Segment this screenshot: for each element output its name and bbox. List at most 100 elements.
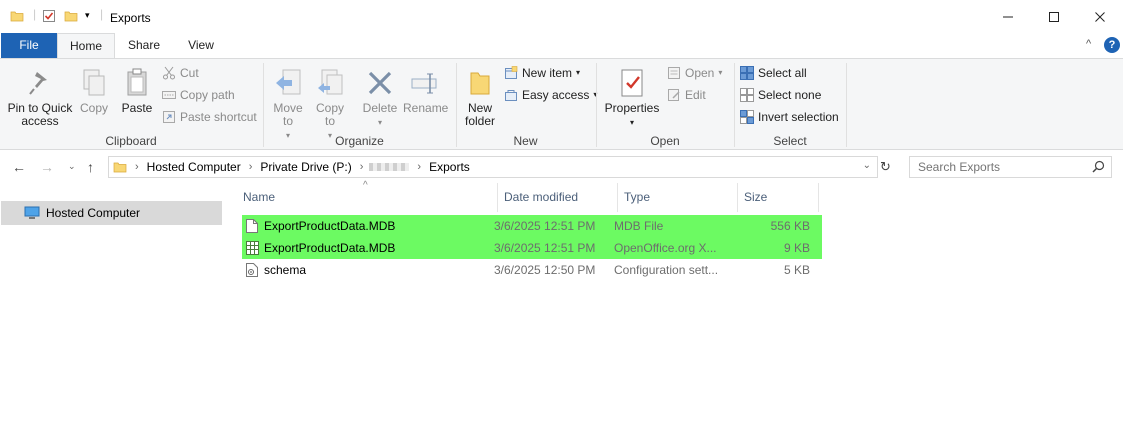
file-size: 556 KB [770,219,810,233]
breadcrumb-private-drive[interactable]: Private Drive (P:) [260,160,351,174]
close-button[interactable] [1077,0,1123,33]
new-folder-quick-icon[interactable] [64,9,78,26]
select-none-icon [740,88,754,102]
refresh-icon[interactable]: ↻ [880,159,891,175]
breadcrumb-hosted-computer[interactable]: Hosted Computer [147,160,241,174]
title-bar: | ▾ | Exports [0,0,1123,33]
open-button[interactable]: Open ▾ [667,64,722,82]
collapse-ribbon-chevron-icon[interactable]: ^ [1086,38,1091,50]
minimize-button[interactable] [985,0,1031,33]
properties-label: Properties [604,101,660,115]
move-to-button[interactable]: Move to ▾ [270,67,306,142]
paste-button[interactable]: Paste [118,67,156,115]
separator: | [100,7,104,21]
rename-icon [409,67,441,99]
table-row[interactable]: schema 3/6/2025 12:50 PM Configuration s… [242,259,822,281]
file-size: 9 KB [783,241,810,255]
maximize-button[interactable] [1031,0,1077,33]
new-folder-button[interactable]: New folder [461,67,499,128]
search-icon[interactable] [1092,160,1105,176]
group-label-organize: Organize [335,134,384,148]
ribbon: Pin to Quick access Copy Paste Cut Copy … [0,58,1123,150]
tab-view[interactable]: View [180,33,222,58]
address-bar[interactable]: › Hosted Computer › Private Drive (P:) ›… [108,156,878,178]
back-arrow-icon[interactable]: ← [12,159,26,175]
delete-x-icon [364,67,396,99]
forward-arrow-icon[interactable]: → [40,159,54,175]
paste-shortcut-button[interactable]: Paste shortcut [162,108,257,126]
pin-icon [24,67,56,99]
rename-label: Rename [403,101,449,115]
address-row: ← → ⌄ ↑ › Hosted Computer › Private Driv… [0,151,1123,183]
recent-locations-chevron-icon[interactable]: ⌄ [68,161,76,172]
new-folder-icon [464,67,496,99]
document-icon [246,219,258,236]
spreadsheet-icon [246,241,259,258]
copy-button[interactable]: Copy [76,67,112,115]
column-header-name[interactable]: Name [232,183,497,212]
scissors-icon [162,66,176,80]
easy-access-icon [504,88,518,102]
copy-label: Copy [79,101,108,115]
breadcrumb-chevron-icon[interactable]: › [135,161,139,173]
search-input[interactable] [910,157,1088,177]
copy-path-icon [162,88,176,102]
column-header-type[interactable]: Type [613,183,737,212]
file-date: 3/6/2025 12:51 PM [494,219,596,233]
folder-icon [113,160,127,174]
paste-icon [121,67,153,99]
file-date: 3/6/2025 12:51 PM [494,241,596,255]
rename-button[interactable]: Rename [403,67,449,115]
window-title: Exports [110,11,151,25]
paste-label: Paste [121,101,153,115]
group-separator [846,63,847,147]
ribbon-tabs: File Home Share View ^ ? [0,33,1123,58]
column-header-size[interactable]: Size [733,183,818,212]
group-label-new: New [513,134,538,148]
properties-check-icon[interactable] [42,9,56,26]
group-label-select: Select [773,134,807,148]
breadcrumb-chevron-icon[interactable]: › [417,161,421,173]
select-none-button[interactable]: Select none [740,86,821,104]
cut-button[interactable]: Cut [162,64,199,82]
properties-button[interactable]: Properties ▾ [602,67,662,129]
copy-icon [78,67,110,99]
up-arrow-icon[interactable]: ↑ [87,159,94,175]
customize-toolbar-chevron-icon[interactable]: ▾ [85,10,90,21]
invert-selection-button[interactable]: Invert selection [740,108,839,126]
file-date: 3/6/2025 12:50 PM [494,263,596,277]
open-icon [667,66,681,80]
pin-to-quick-access-button[interactable]: Pin to Quick access [5,67,75,128]
nav-item-hosted-computer[interactable]: Hosted Computer [1,201,222,225]
address-history-chevron-icon[interactable]: ⌄ [863,160,871,171]
help-icon[interactable]: ? [1104,37,1120,53]
separator: | [33,7,37,21]
column-divider[interactable] [818,183,819,212]
tab-file[interactable]: File [1,33,57,58]
breadcrumb-exports[interactable]: Exports [429,160,470,174]
redacted-breadcrumb [369,163,410,171]
column-header-date-modified[interactable]: Date modified [493,183,617,212]
file-size: 5 KB [783,263,810,277]
table-row[interactable]: ExportProductData.MDB 3/6/2025 12:51 PM … [242,215,822,237]
copy-path-button[interactable]: Copy path [162,86,235,104]
table-row[interactable]: ExportProductData.MDB 3/6/2025 12:51 PM … [242,237,822,259]
breadcrumb-chevron-icon[interactable]: › [360,161,364,173]
tab-home[interactable]: Home [57,33,115,58]
select-all-button[interactable]: Select all [740,64,807,82]
easy-access-button[interactable]: Easy access▾ [504,86,597,104]
properties-icon [616,67,648,99]
copy-to-button[interactable]: Copy to ▾ [312,67,348,142]
move-to-icon [272,67,304,99]
delete-button[interactable]: Delete ▾ [360,67,400,129]
folder-icon [10,9,24,26]
file-type: Configuration sett... [614,263,719,277]
tab-share[interactable]: Share [122,33,166,58]
edit-button[interactable]: Edit [667,86,706,104]
file-type: MDB File [614,219,664,233]
search-box[interactable] [909,156,1112,178]
new-item-button[interactable]: New item ▾ [504,64,580,82]
copy-to-icon [314,67,346,99]
paste-shortcut-icon [162,110,176,124]
breadcrumb-chevron-icon[interactable]: › [249,161,253,173]
